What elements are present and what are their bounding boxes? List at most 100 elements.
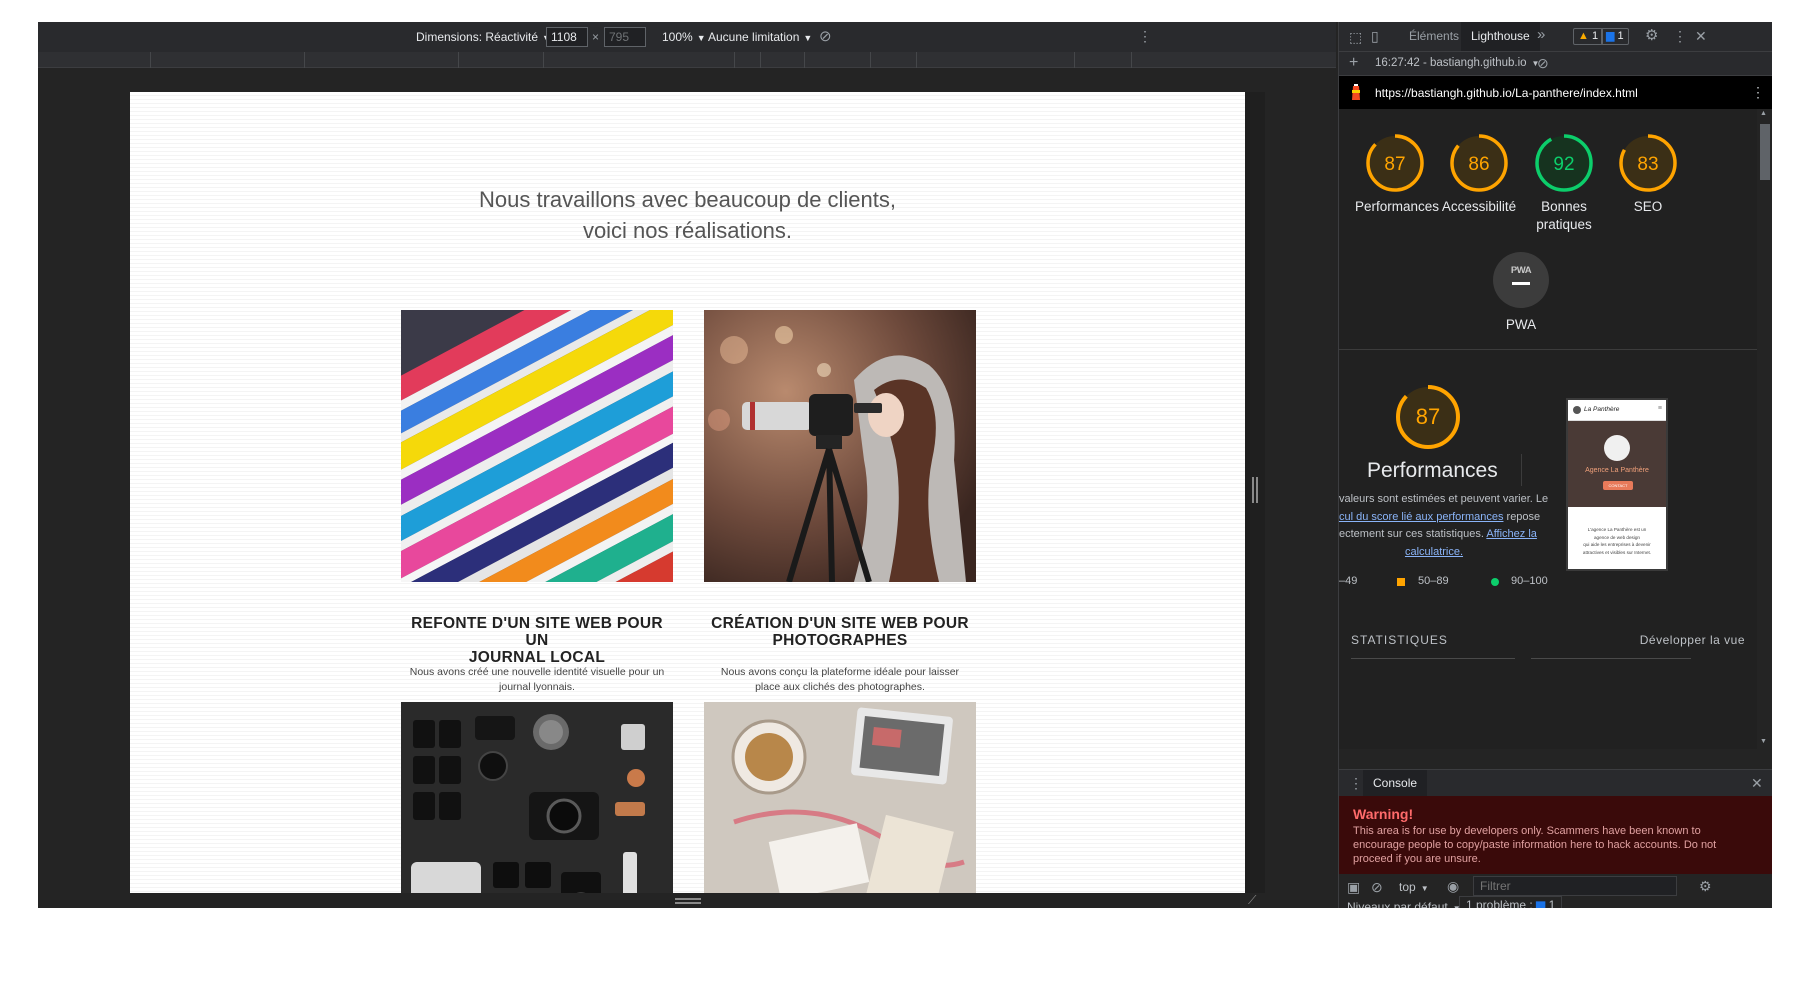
thumb-text-line: L'agence La Panthère est un xyxy=(1587,527,1647,532)
inspect-element-icon[interactable]: ⬚ xyxy=(1349,30,1362,44)
report-scrollbar-thumb[interactable] xyxy=(1760,124,1770,180)
tab-elements[interactable]: Éléments xyxy=(1399,22,1469,51)
final-screenshot-thumbnail[interactable]: La Panthère ≡ Agence La Panthère CONTACT… xyxy=(1566,398,1668,571)
divider xyxy=(1521,454,1522,486)
calculator-link[interactable]: Affichez la xyxy=(1486,528,1537,540)
tab-console[interactable]: Console xyxy=(1363,770,1428,796)
resize-handle-right[interactable] xyxy=(1252,477,1258,503)
scam-warning: Warning! This area is for use by develop… xyxy=(1339,796,1772,874)
clear-icon[interactable]: ⊘ xyxy=(1537,56,1549,70)
report-selector[interactable]: 16:27:42 - bastiangh.github.io ▼ xyxy=(1375,57,1539,69)
performance-big-gauge: 87 xyxy=(1395,384,1461,450)
chevron-down-icon: ▼ xyxy=(1420,884,1429,893)
lighthouse-report[interactable]: 87 Performances 86 Accessibilité 92 Bonnes pra… xyxy=(1339,109,1757,749)
pwa-label: PWA xyxy=(1505,317,1537,332)
card-description-line: Nous avons conçu la plateforme idéale po… xyxy=(720,666,960,678)
score-gauge[interactable]: 86 Accessibilité xyxy=(1439,133,1519,217)
plus-icon[interactable]: + xyxy=(1349,55,1358,71)
issues-badge[interactable]: ▆ 1 xyxy=(1601,28,1629,45)
card-title[interactable]: CRÉATION D'UN SITE WEB POUR PHOTOGRAPHES xyxy=(704,615,976,649)
sidebar-toggle-icon[interactable]: ▣ xyxy=(1347,880,1360,894)
warnings-count: 1 xyxy=(1591,30,1599,42)
legend-average-label: 50–89 xyxy=(1418,575,1449,587)
description-text: ectement sur ces statistiques. xyxy=(1339,528,1484,540)
rotate-disabled-icon[interactable]: ⊘ xyxy=(819,27,832,45)
emulated-viewport[interactable]: Nous travaillons avec beaucoup de client… xyxy=(130,92,1245,893)
heading-line-1: Nous travaillons avec beaucoup de client… xyxy=(478,187,897,212)
problems-button[interactable]: 1 problème : ▆ 1 xyxy=(1459,896,1563,908)
resize-corner-icon[interactable]: ⟋ xyxy=(1248,894,1260,906)
devtools-panel: ⬚ ▯ Éléments Lighthouse » ▲ 1 ▆ 1 ⚙ ⋮ ✕ … xyxy=(1338,22,1772,908)
media-query-bar[interactable] xyxy=(38,52,1336,68)
width-input[interactable] xyxy=(546,27,588,47)
more-options-icon[interactable]: ⋮ xyxy=(1673,29,1687,43)
gauge-ring: 83 xyxy=(1619,134,1677,192)
more-options-icon[interactable]: ⋮ xyxy=(1751,85,1765,99)
warnings-badge[interactable]: ▲ 1 xyxy=(1573,28,1604,45)
thumb-cta: CONTACT xyxy=(1603,481,1633,490)
levels-dropdown[interactable]: Niveaux par défaut▼ xyxy=(1347,900,1461,908)
thumb-text-line: attractives et visibles sur Internet. xyxy=(1582,549,1652,555)
report-scrollbar[interactable] xyxy=(1757,109,1772,749)
portfolio-image-gear[interactable] xyxy=(401,702,673,893)
calculator-link[interactable]: calculatrice. xyxy=(1405,546,1463,558)
zoom-dropdown[interactable]: 100% ▼ xyxy=(662,30,706,44)
score-gauge[interactable]: 92 Bonnes pratiques xyxy=(1524,133,1604,235)
clear-console-icon[interactable]: ⊘ xyxy=(1371,880,1383,894)
pwa-gauge[interactable]: PWA PWA xyxy=(1481,252,1561,335)
card-description-line: place aux clichés des photographes. xyxy=(755,681,925,693)
pwa-badge-text: PWA xyxy=(1510,265,1532,276)
scroll-up-icon[interactable]: ▲ xyxy=(1760,110,1767,117)
resize-handle-bottom[interactable] xyxy=(675,898,701,904)
thumb-header: La Panthère ≡ xyxy=(1568,400,1666,421)
gear-icon[interactable]: ⚙ xyxy=(1645,28,1658,43)
context-selector[interactable]: top ▼ xyxy=(1399,880,1429,894)
throttle-label: Aucune limitation xyxy=(708,30,800,44)
portfolio-image-desk[interactable] xyxy=(704,702,976,893)
thumb-text-line: qui aide les entreprises à devenir xyxy=(1583,542,1651,547)
dimensions-dropdown[interactable]: Dimensions: Réactivité▼ xyxy=(416,30,551,44)
problems-label: 1 problème : xyxy=(1466,898,1533,908)
thumb-hero: Agence La Panthère CONTACT xyxy=(1568,421,1666,507)
drawer-menu-icon[interactable]: ⋮ xyxy=(1349,776,1363,790)
audited-url[interactable]: https://bastiangh.github.io/La-panthere/… xyxy=(1375,86,1638,100)
expand-view-toggle[interactable]: Développer la vue xyxy=(1640,633,1745,647)
score-gauge[interactable]: 87 Performances xyxy=(1355,133,1440,217)
close-icon[interactable]: ✕ xyxy=(1695,29,1707,43)
gauge-ring: 87 xyxy=(1366,134,1424,192)
tab-lighthouse[interactable]: Lighthouse xyxy=(1461,22,1540,51)
browser-devtools-window: Dimensions: Réactivité▼ × 100%▼ Aucune l… xyxy=(38,22,1772,908)
score-gauge[interactable]: 83 SEO xyxy=(1608,133,1688,217)
card-description-line: Nous avons créé une nouvelle identité vi… xyxy=(409,666,665,678)
legend-pass-label: 90–100 xyxy=(1511,575,1548,587)
card-title-line: REFONTE D'UN SITE WEB POUR UN xyxy=(411,615,663,649)
eye-icon[interactable]: ◉ xyxy=(1447,879,1459,893)
gauge-label: Performances xyxy=(1355,199,1440,214)
gear-icon[interactable]: ⚙ xyxy=(1699,879,1712,893)
warning-text: This area is for use by developers only.… xyxy=(1353,824,1716,866)
throttle-dropdown[interactable]: Aucune limitation ▼ xyxy=(708,30,812,44)
score-calc-link[interactable]: cul du score lié aux performances xyxy=(1339,511,1503,523)
portfolio-image-photographer[interactable] xyxy=(704,310,976,582)
console-filter-input[interactable] xyxy=(1473,876,1677,896)
legend-fail: –49 xyxy=(1339,575,1357,587)
device-toggle-icon[interactable]: ▯ xyxy=(1371,29,1379,43)
gauge-label: SEO xyxy=(1633,199,1663,214)
console-toolbar: ▣ ⊘ top ▼ ◉ ⚙ Niveaux par défaut▼ 1 probl… xyxy=(1339,874,1772,908)
portfolio-image-magazines[interactable] xyxy=(401,310,673,582)
drawer-tabbar: ⋮ Console ✕ xyxy=(1339,770,1772,796)
close-icon[interactable]: ✕ xyxy=(1751,776,1763,790)
divider xyxy=(1339,349,1757,350)
description-line: valeurs sont estimées et peuvent varier.… xyxy=(1339,493,1549,505)
thumb-text: L'agence La Panthère est un agence de we… xyxy=(1568,507,1666,556)
more-tabs-icon[interactable]: » xyxy=(1537,27,1545,42)
more-options-icon[interactable]: ⋮ xyxy=(1138,28,1152,45)
card-title[interactable]: REFONTE D'UN SITE WEB POUR UN JOURNAL LO… xyxy=(401,615,673,666)
scroll-down-icon[interactable]: ▼ xyxy=(1760,738,1767,745)
performance-title: Performances xyxy=(1367,459,1498,482)
card-title-line: JOURNAL LOCAL xyxy=(468,649,606,666)
problems-count: 1 xyxy=(1548,898,1556,908)
performance-description: valeurs sont estimées et peuvent varier.… xyxy=(1339,491,1549,561)
height-input[interactable] xyxy=(604,27,646,47)
legend-average-square xyxy=(1397,578,1405,586)
